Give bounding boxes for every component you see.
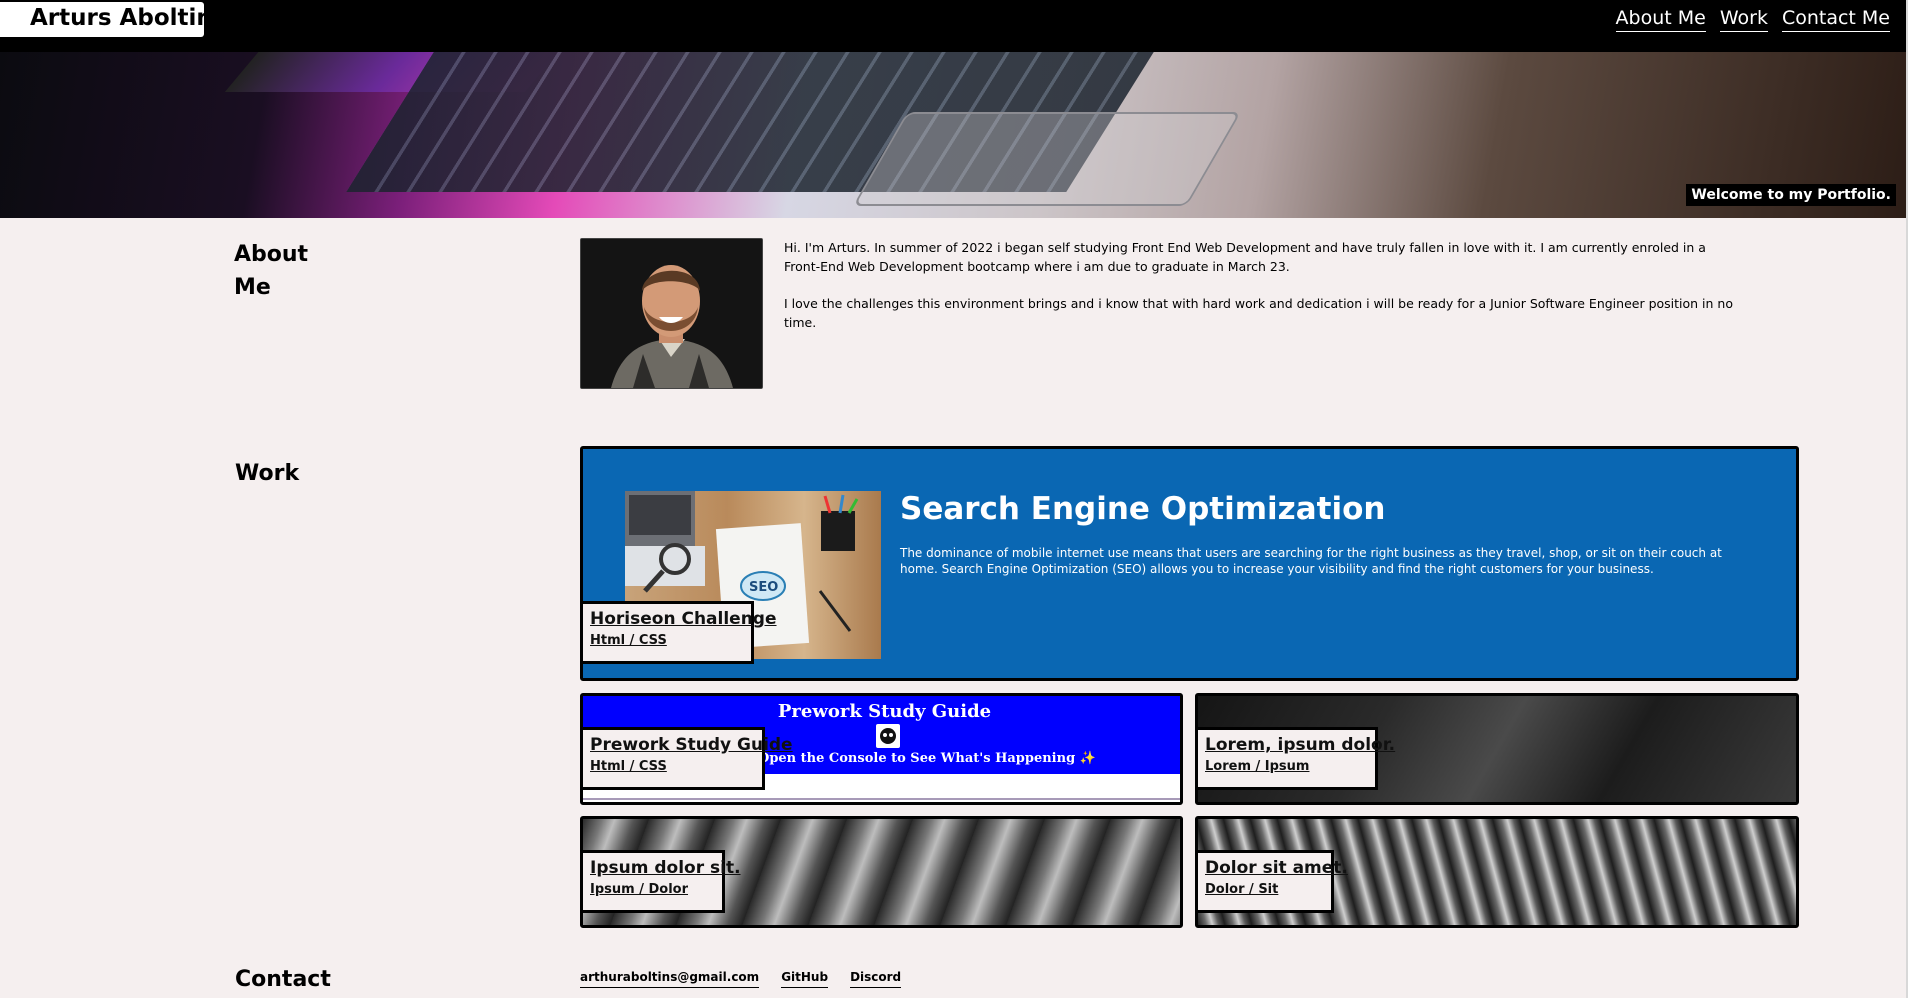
work-heading: Work [235, 461, 300, 486]
about-paragraph: Hi. I'm Arturs. In summer of 2022 i bega… [784, 240, 1706, 274]
hero-trackpad-image [852, 112, 1242, 206]
project-label[interactable]: Lorem, ipsum dolor. Lorem / Ipsum [1198, 727, 1395, 790]
project-label[interactable]: Dolor sit amet. Dolor / Sit [1198, 850, 1348, 913]
project-tech-link[interactable]: Html / CSS [590, 633, 743, 648]
nav-link-about[interactable]: About Me [1615, 7, 1706, 32]
main-nav: About Me Work Contact Me [1615, 7, 1890, 32]
prework-preview-divider [583, 798, 1180, 800]
project-tech-link[interactable]: Dolor / Sit [1205, 882, 1323, 897]
contact-github-link[interactable]: GitHub [781, 970, 829, 988]
project-title-link[interactable]: Lorem, ipsum dolor. [1205, 735, 1395, 755]
top-navbar: Arturs Aboltins About Me Work Contact Me [0, 0, 1908, 52]
prework-preview-title: Prework Study Guide [777, 701, 992, 722]
contact-discord-link[interactable]: Discord [850, 970, 902, 988]
about-heading: About Me [234, 238, 308, 304]
about-heading-line2: Me [234, 275, 271, 300]
brand-name: Arturs Aboltins [30, 5, 227, 31]
project-card-ipsum[interactable]: Ipsum dolor sit. Ipsum / Dolor [580, 816, 1183, 928]
hero-caption: Welcome to my Portfolio. [1686, 184, 1896, 206]
project-card-featured[interactable]: SEO Search Engine Optimization The domin… [580, 446, 1799, 681]
nav-link-work[interactable]: Work [1719, 7, 1768, 32]
brand-logo[interactable]: Arturs Aboltins [0, 2, 226, 37]
contact-links: arthuraboltins@gmail.com GitHub Discord [580, 970, 902, 988]
seo-heading: Search Engine Optimization [900, 491, 1386, 527]
project-label[interactable]: Horiseon Challenge Html / CSS [583, 601, 777, 664]
contact-email-link[interactable]: arthuraboltins@gmail.com [580, 970, 760, 988]
profile-photo-graphic [581, 239, 762, 388]
project-tech-link[interactable]: Html / CSS [590, 759, 754, 774]
project-title-link[interactable]: Prework Study Guide [590, 735, 793, 755]
project-label[interactable]: Ipsum dolor sit. Ipsum / Dolor [583, 850, 741, 913]
project-card-prework[interactable]: Prework Study Guide Open the Console to … [580, 693, 1183, 805]
project-tech-link[interactable]: Ipsum / Dolor [590, 882, 714, 897]
nav-link-contact[interactable]: Contact Me [1781, 7, 1890, 32]
about-heading-line1: About [234, 242, 309, 267]
owl-icon [876, 724, 900, 748]
project-label[interactable]: Prework Study Guide Html / CSS [583, 727, 793, 790]
about-bio: Hi. I'm Arturs. In summer of 2022 i bega… [784, 238, 1734, 350]
project-tech-link[interactable]: Lorem / Ipsum [1205, 759, 1367, 774]
prework-preview-text: Open the Console to See What's Happening… [758, 751, 1096, 766]
hero-banner: Welcome to my Portfolio. [0, 52, 1908, 218]
about-paragraph: I love the challenges this environment b… [784, 296, 1733, 330]
seo-image-text: SEO [749, 580, 778, 595]
project-title-link[interactable]: Horiseon Challenge [590, 609, 777, 629]
contact-heading: Contact [235, 967, 331, 992]
project-title-link[interactable]: Ipsum dolor sit. [590, 858, 741, 878]
seo-description: The dominance of mobile internet use mea… [900, 546, 1722, 576]
profile-photo [580, 238, 763, 389]
project-card-lorem[interactable]: Lorem, ipsum dolor. Lorem / Ipsum [1195, 693, 1799, 805]
project-card-dolor[interactable]: Dolor sit amet. Dolor / Sit [1195, 816, 1799, 928]
project-title-link[interactable]: Dolor sit amet. [1205, 858, 1348, 878]
